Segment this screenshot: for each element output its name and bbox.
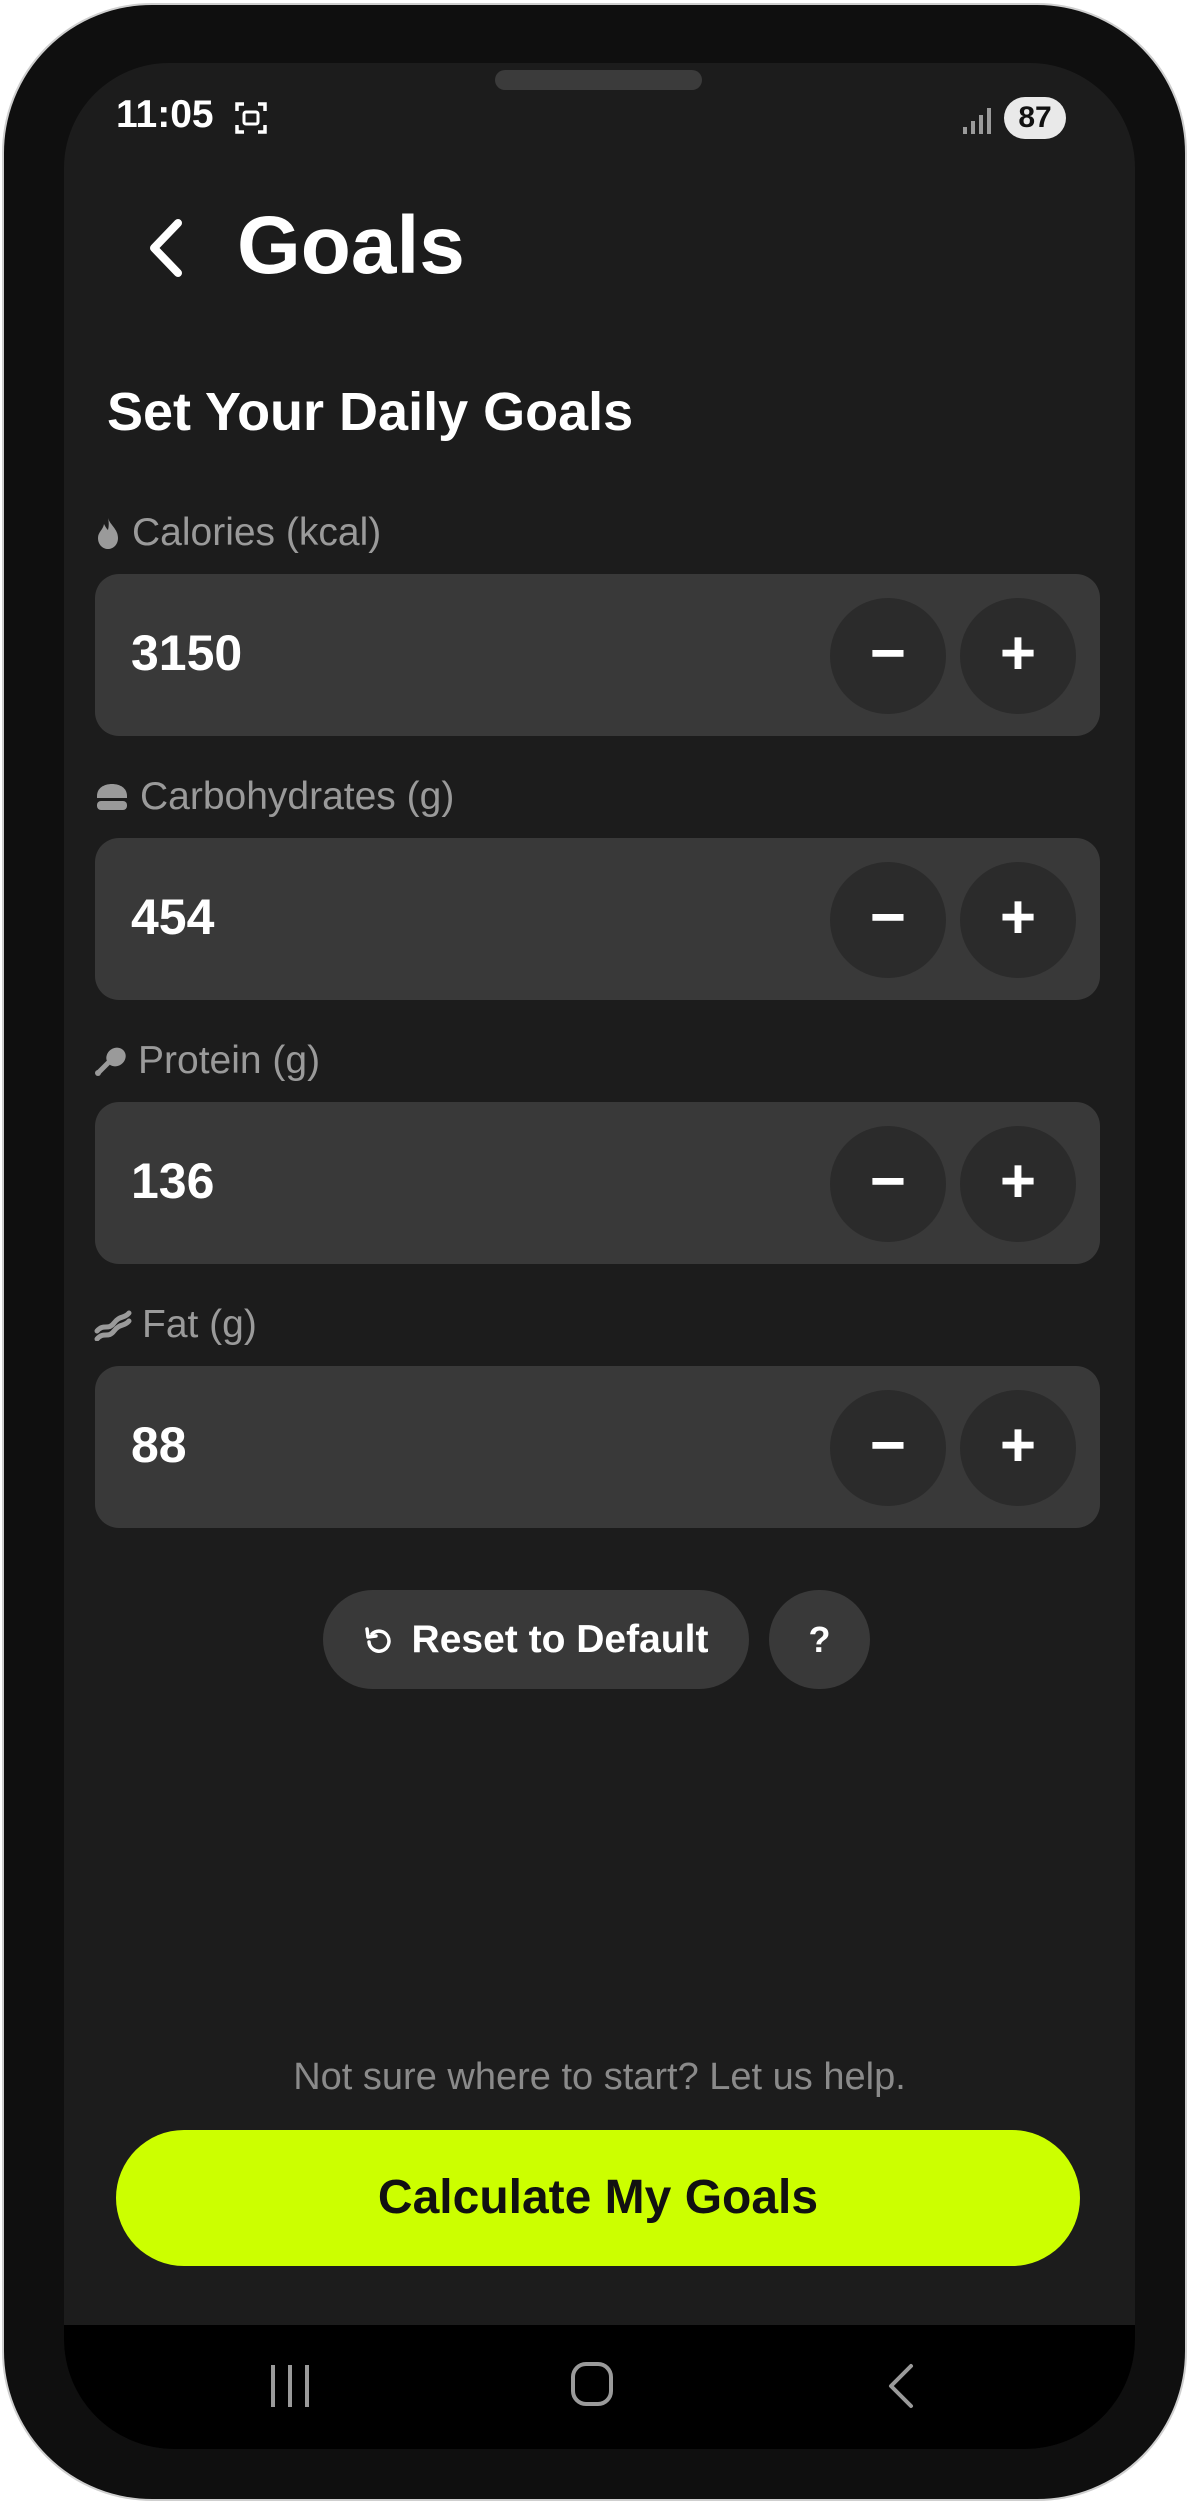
bacon-icon [94, 1310, 132, 1341]
camera-notch [495, 70, 702, 90]
status-time: 11:05 [116, 93, 214, 136]
calories-label: Calories (kcal) [94, 511, 381, 555]
reset-icon [364, 1626, 391, 1653]
fat-label: Fat (g) [94, 1303, 257, 1347]
calories-value[interactable]: 3150 [131, 624, 242, 682]
carbohydrates-increment-button[interactable]: + [960, 862, 1076, 978]
drumstick-icon [95, 1047, 126, 1076]
carbohydrates-decrement-button[interactable]: − [830, 862, 946, 978]
fat-label-text: Fat (g) [142, 1303, 257, 1346]
help-prompt-text: Not sure where to start? Let us help. [293, 2056, 906, 2098]
reset-to-default-button[interactable]: Reset to Default [323, 1590, 749, 1689]
screen-record-icon [235, 102, 267, 134]
section-heading: Set Your Daily Goals [107, 382, 634, 442]
recents-icon[interactable] [267, 2361, 313, 2411]
fat-decrement-button[interactable]: − [830, 1390, 946, 1506]
carbohydrates-label-text: Carbohydrates (g) [140, 775, 455, 818]
page-title: Goals [237, 200, 465, 291]
protein-input[interactable]: 136 − + [95, 1102, 1100, 1264]
chevron-left-icon[interactable] [124, 203, 204, 293]
signal-icon [963, 108, 991, 134]
carbohydrates-label: Carbohydrates (g) [94, 775, 454, 819]
protein-decrement-button[interactable]: − [830, 1126, 946, 1242]
protein-increment-button[interactable]: + [960, 1126, 1076, 1242]
carbohydrates-value[interactable]: 454 [131, 888, 214, 946]
bread-icon [97, 784, 127, 810]
home-icon[interactable] [569, 2359, 615, 2409]
app-screen: 11:05 87 Goals Set Your Daily Goals Calo… [64, 63, 1135, 2449]
carbohydrates-input[interactable]: 454 − + [95, 838, 1100, 1000]
back-nav-icon[interactable] [881, 2361, 921, 2411]
protein-label-text: Protein (g) [138, 1039, 321, 1082]
protein-value[interactable]: 136 [131, 1152, 214, 1210]
help-button[interactable]: ? [769, 1590, 870, 1689]
fat-value[interactable]: 88 [131, 1416, 187, 1474]
calories-input[interactable]: 3150 − + [95, 574, 1100, 736]
calories-label-text: Calories (kcal) [132, 511, 382, 554]
calculate-goals-button[interactable]: Calculate My Goals [116, 2130, 1080, 2266]
system-nav-bar [64, 2325, 1135, 2449]
calories-decrement-button[interactable]: − [830, 598, 946, 714]
fat-input[interactable]: 88 − + [95, 1366, 1100, 1528]
calories-increment-button[interactable]: + [960, 598, 1076, 714]
protein-label: Protein (g) [94, 1039, 320, 1083]
phone-frame: 11:05 87 Goals Set Your Daily Goals Calo… [2, 3, 1187, 2501]
reset-label: Reset to Default [411, 1617, 709, 1661]
battery-icon: 87 [1004, 97, 1066, 139]
flame-icon [98, 518, 118, 549]
fat-increment-button[interactable]: + [960, 1390, 1076, 1506]
